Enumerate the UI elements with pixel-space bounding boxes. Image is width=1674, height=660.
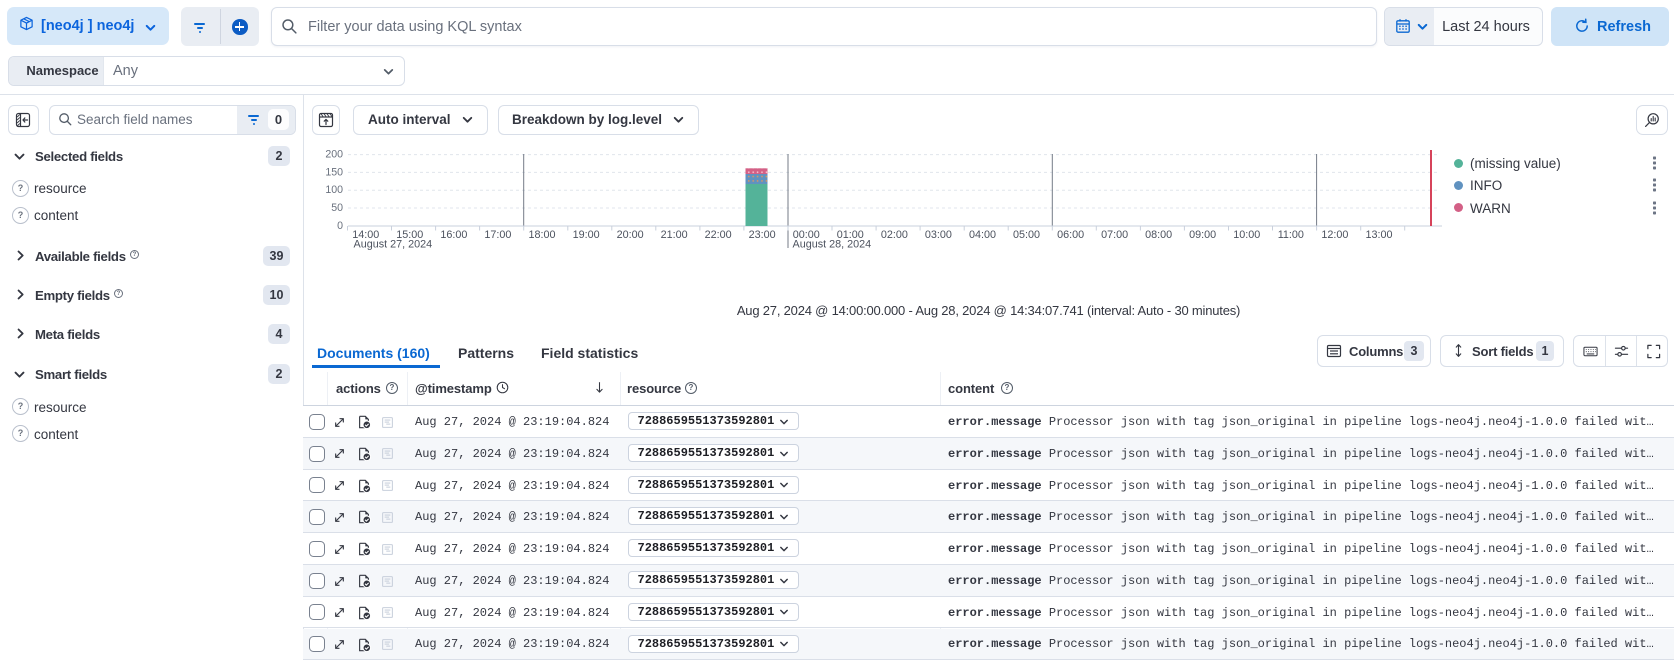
svg-text:05:00: 05:00 <box>1013 229 1040 241</box>
svg-text:09:00: 09:00 <box>1189 229 1216 241</box>
svg-text:18:00: 18:00 <box>528 229 555 241</box>
svg-text:06:00: 06:00 <box>1057 229 1084 241</box>
svg-text:19:00: 19:00 <box>573 229 600 241</box>
svg-text:10:00: 10:00 <box>1233 229 1260 241</box>
svg-text:20:00: 20:00 <box>617 229 644 241</box>
svg-text:16:00: 16:00 <box>440 229 467 241</box>
svg-text:August 27, 2024: August 27, 2024 <box>354 239 433 251</box>
svg-text:23:00: 23:00 <box>749 229 776 241</box>
svg-text:17:00: 17:00 <box>484 229 511 241</box>
svg-text:11:00: 11:00 <box>1278 229 1304 241</box>
svg-text:13:00: 13:00 <box>1365 229 1392 241</box>
svg-text:07:00: 07:00 <box>1101 229 1128 241</box>
svg-text:150: 150 <box>325 166 343 178</box>
svg-text:200: 200 <box>325 149 343 161</box>
svg-text:100: 100 <box>325 184 343 196</box>
svg-text:22:00: 22:00 <box>705 229 732 241</box>
svg-text:21:00: 21:00 <box>661 229 688 241</box>
svg-text:03:00: 03:00 <box>925 229 952 241</box>
svg-text:04:00: 04:00 <box>969 229 996 241</box>
svg-text:50: 50 <box>331 202 343 214</box>
svg-text:August 28, 2024: August 28, 2024 <box>793 239 872 251</box>
svg-text:12:00: 12:00 <box>1321 229 1348 241</box>
svg-text:02:00: 02:00 <box>881 229 908 241</box>
svg-text:0: 0 <box>337 220 343 232</box>
svg-text:08:00: 08:00 <box>1145 229 1172 241</box>
